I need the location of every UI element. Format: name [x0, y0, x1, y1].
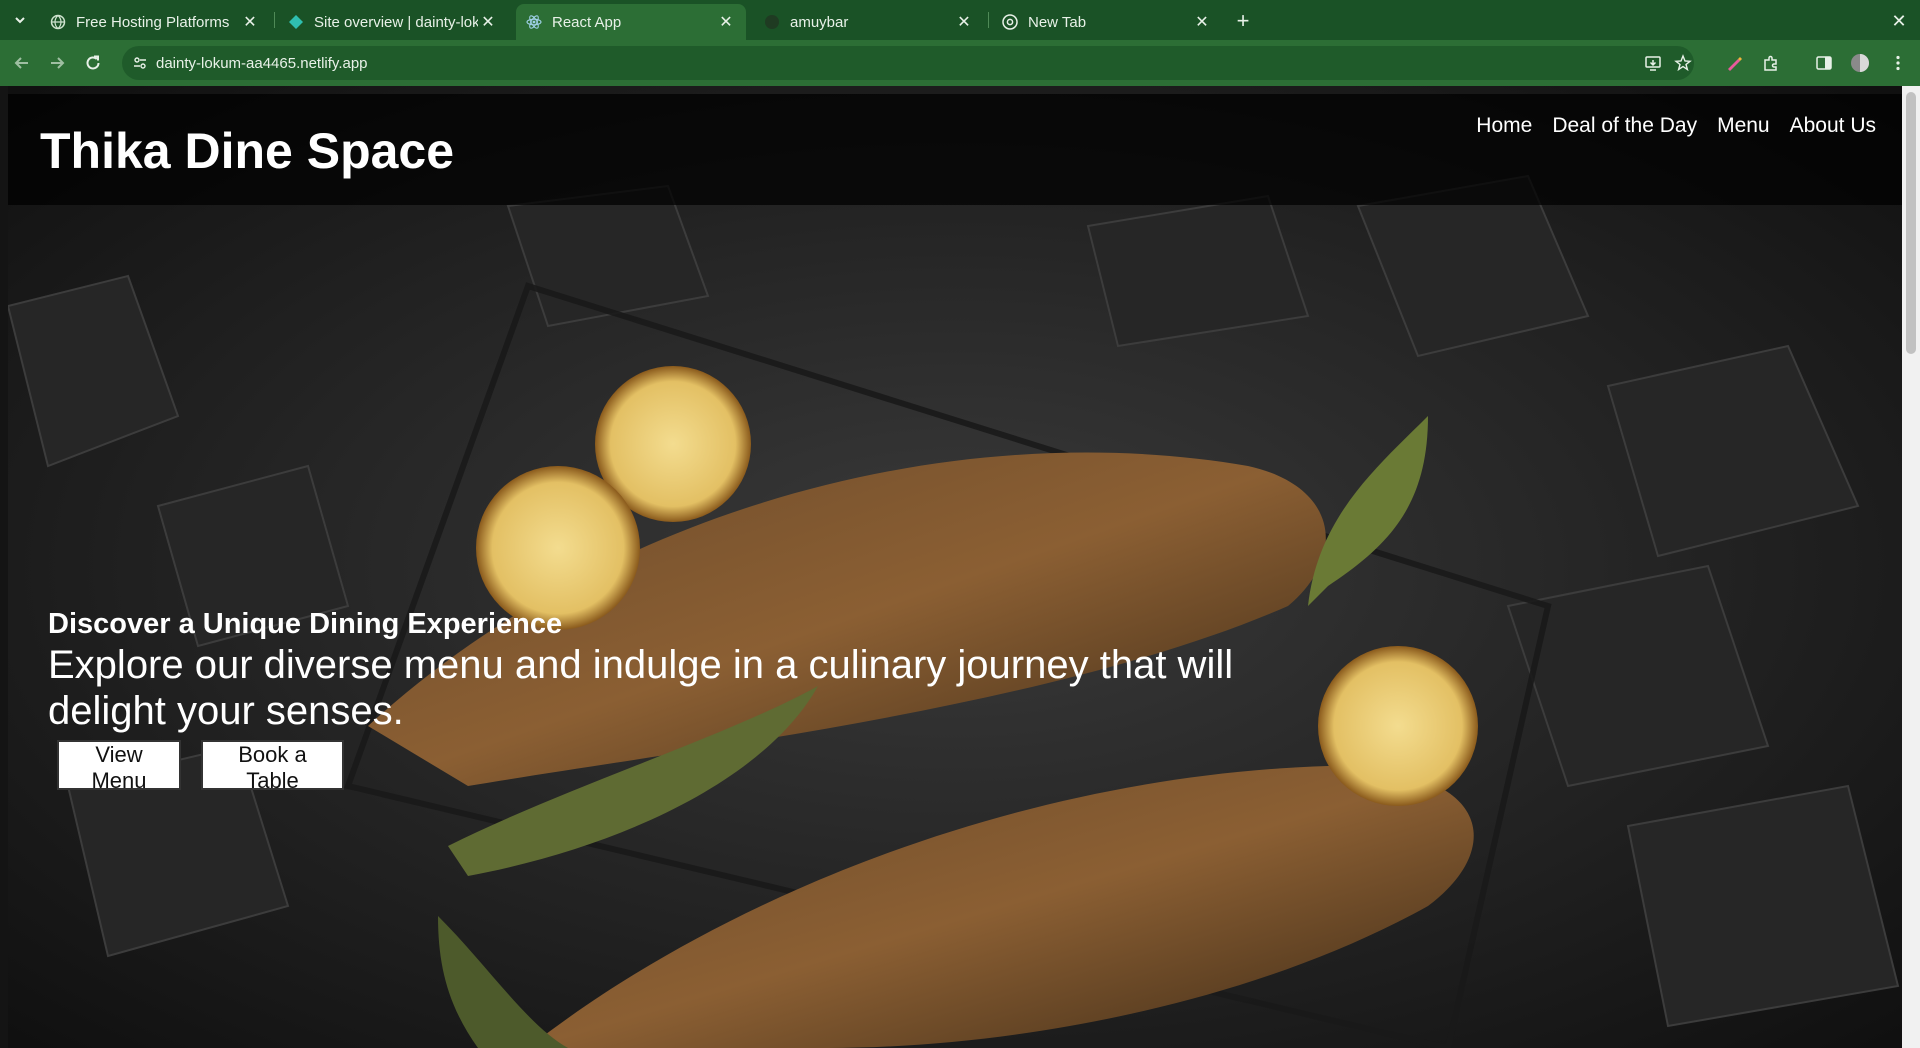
github-icon — [764, 14, 780, 30]
browser-toolbar: dainty-lokum-aa4465.netlify.app — [0, 40, 1920, 86]
nav-about-us[interactable]: About Us — [1790, 114, 1876, 138]
puzzle-icon — [1764, 55, 1777, 71]
close-icon: ✕ — [1891, 10, 1907, 31]
main-nav: Home Deal of the Day Menu About Us — [1476, 114, 1876, 138]
react-icon — [526, 14, 542, 30]
reload-button[interactable] — [79, 49, 107, 77]
close-tab-icon[interactable]: ✕ — [716, 12, 736, 32]
avatar — [1851, 54, 1869, 72]
site-logo[interactable]: Thika Dine Space — [40, 122, 454, 180]
close-tab-icon[interactable]: ✕ — [1192, 12, 1212, 32]
tab-free-hosting[interactable]: Free Hosting Platforms ✕ — [40, 4, 270, 40]
extension-pen-icon — [1728, 57, 1742, 71]
scrollbar-thumb[interactable] — [1906, 92, 1916, 354]
tab-separator — [988, 12, 989, 28]
menu-button[interactable] — [1884, 49, 1912, 77]
arrow-right-icon — [51, 57, 65, 69]
tab-title: Free Hosting Platforms — [76, 13, 230, 31]
tab-search-button[interactable] — [6, 6, 34, 34]
extension-button[interactable] — [1720, 49, 1748, 77]
back-button[interactable] — [8, 49, 36, 77]
site-header: Thika Dine Space Home Deal of the Day Me… — [8, 94, 1902, 205]
tab-title: New Tab — [1028, 13, 1087, 31]
tab-amuybar[interactable]: amuybar ✕ — [754, 4, 984, 40]
hero-background-image — [6, 86, 1902, 1048]
hero-content: Discover a Unique Dining Experience Expl… — [48, 606, 1288, 734]
extensions-button[interactable] — [1757, 49, 1785, 77]
close-tab-icon[interactable]: ✕ — [954, 12, 974, 32]
nav-home[interactable]: Home — [1476, 114, 1532, 138]
bookmark-star-icon[interactable] — [1672, 52, 1694, 74]
page-viewport: Thika Dine Space Home Deal of the Day Me… — [0, 86, 1920, 1048]
tab-title: Site overview | dainty-lok — [314, 13, 478, 31]
view-menu-button[interactable]: View Menu — [57, 740, 181, 793]
nav-deal-of-the-day[interactable]: Deal of the Day — [1552, 114, 1697, 138]
kebab-menu-icon — [1896, 55, 1900, 71]
netlify-icon — [288, 14, 304, 30]
close-window-button[interactable]: ✕ — [1886, 8, 1912, 34]
tab-separator — [274, 12, 275, 28]
arrow-left-icon — [14, 57, 28, 69]
new-tab-button[interactable]: + — [1230, 8, 1256, 34]
tab-new-tab[interactable]: New Tab ✕ — [992, 4, 1222, 40]
install-app-icon[interactable] — [1642, 52, 1664, 74]
hero-heading: Discover a Unique Dining Experience — [48, 608, 563, 640]
chrome-icon — [1002, 14, 1018, 30]
profile-button[interactable] — [1846, 49, 1874, 77]
close-tab-icon[interactable]: ✕ — [478, 12, 498, 32]
close-tab-icon[interactable]: ✕ — [240, 12, 260, 32]
tab-strip: Free Hosting Platforms ✕ Site overview |… — [0, 0, 1920, 40]
site-settings-icon[interactable] — [132, 55, 148, 71]
nav-menu[interactable]: Menu — [1717, 114, 1770, 138]
tab-title: React App — [552, 13, 622, 31]
tab-react-app[interactable]: React App ✕ — [516, 4, 746, 40]
book-table-button[interactable]: Book a Table — [201, 740, 344, 793]
scrollbar[interactable] — [1902, 86, 1920, 1048]
plus-icon: + — [1236, 8, 1250, 33]
tab-site-overview[interactable]: Site overview | dainty-lok ✕ — [278, 4, 508, 40]
address-bar[interactable]: dainty-lokum-aa4465.netlify.app — [122, 46, 1694, 80]
reload-icon — [86, 55, 100, 70]
globe-icon — [50, 14, 66, 30]
url-text: dainty-lokum-aa4465.netlify.app — [156, 55, 368, 72]
tab-title: amuybar — [790, 13, 849, 31]
side-panel-icon — [1816, 56, 1832, 70]
hero-subtext: Explore our diverse menu and indulge in … — [48, 643, 1234, 733]
forward-button[interactable] — [43, 49, 71, 77]
grilled-fish-photo — [6, 86, 1902, 1048]
chevron-down-icon — [15, 17, 25, 24]
side-panel-button[interactable] — [1810, 49, 1838, 77]
